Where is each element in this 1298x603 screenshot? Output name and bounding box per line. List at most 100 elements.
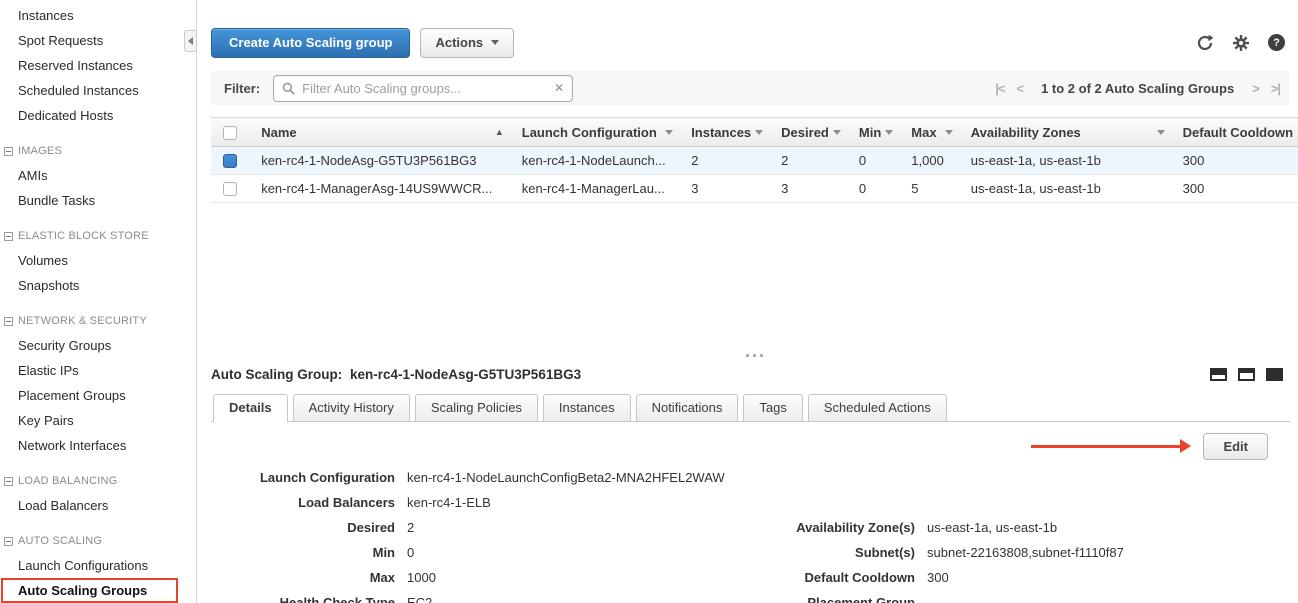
column-header-label: Launch Configuration <box>522 125 661 140</box>
settings-gear-icon[interactable] <box>1232 34 1250 52</box>
search-icon <box>282 82 295 95</box>
table-row-ken-rc4-1-managerasg-14us9wwcr[interactable]: ken-rc4-1-ManagerAsg-14US9WWCR...ken-rc4… <box>211 175 1298 203</box>
field-value-placement-group <box>927 590 1298 603</box>
prev-page-button[interactable]: < <box>1016 81 1023 96</box>
column-header-max[interactable]: Max <box>902 118 961 147</box>
tab-activity-history[interactable]: Activity History <box>293 394 410 421</box>
sidebar-item-volumes[interactable]: Volumes <box>0 248 196 273</box>
column-header-name[interactable]: Name▲ <box>252 118 513 147</box>
sidebar-item-auto-scaling-groups[interactable]: Auto Scaling Groups <box>1 578 178 603</box>
asg-table: Name▲ Launch Configuration InstancesDesire… <box>211 117 1298 203</box>
field-value-default-cooldown: 300 <box>927 565 1298 590</box>
sidebar-item-placement-groups[interactable]: Placement Groups <box>0 383 196 408</box>
refresh-icon[interactable] <box>1196 34 1214 52</box>
tab-scheduled-actions[interactable]: Scheduled Actions <box>808 394 947 421</box>
sidebar-item-security-groups[interactable]: Security Groups <box>0 333 196 358</box>
sidebar-collapse-button[interactable] <box>184 30 197 52</box>
filter-input[interactable] <box>302 81 548 96</box>
layout-split-pane-icon[interactable] <box>1238 368 1255 381</box>
field-label-subnet-s: Subnet(s) <box>747 540 927 565</box>
sidebar-item-instances[interactable]: Instances <box>0 3 196 28</box>
table-body: ken-rc4-1-NodeAsg-G5TU3P561BG3ken-rc4-1-… <box>211 147 1298 203</box>
collapse-section-icon[interactable] <box>4 477 13 486</box>
clear-filter-icon[interactable]: ✕ <box>548 81 564 95</box>
drag-dot <box>753 354 756 357</box>
tab-details[interactable]: Details <box>213 394 288 422</box>
cell-availability-zones: us-east-1a, us-east-1b <box>962 175 1174 203</box>
layout-full-pane-icon[interactable] <box>1266 368 1283 381</box>
column-filter-caret-icon[interactable] <box>755 130 763 135</box>
field-value-launch-configuration: ken-rc4-1-NodeLaunchConfigBeta2-MNA2HFEL… <box>407 465 747 490</box>
drag-dot <box>760 354 763 357</box>
sidebar-section-load-balancing[interactable]: LOAD BALANCING <box>0 469 196 493</box>
filter-label: Filter: <box>224 81 260 96</box>
select-all-header[interactable] <box>211 118 252 147</box>
collapse-section-icon[interactable] <box>4 147 13 156</box>
sidebar-item-reserved-instances[interactable]: Reserved Instances <box>0 53 196 78</box>
cell-instances: 3 <box>682 175 772 203</box>
column-filter-caret-icon[interactable] <box>945 130 953 135</box>
actions-button[interactable]: Actions <box>420 28 514 58</box>
tab-instances[interactable]: Instances <box>543 394 631 421</box>
tab-notifications[interactable]: Notifications <box>636 394 739 421</box>
create-auto-scaling-group-button[interactable]: Create Auto Scaling group <box>211 28 410 58</box>
sidebar-item-bundle-tasks[interactable]: Bundle Tasks <box>0 188 196 213</box>
pagination-text: 1 to 2 of 2 Auto Scaling Groups <box>1041 81 1234 96</box>
sidebar-item-launch-configurations[interactable]: Launch Configurations <box>0 553 196 578</box>
last-page-button[interactable]: >| <box>1271 81 1280 96</box>
cell-instances: 2 <box>682 147 772 175</box>
select-all-checkbox[interactable] <box>223 126 237 140</box>
sidebar-item-spot-requests[interactable]: Spot Requests <box>0 28 196 53</box>
sidebar-item-scheduled-instances[interactable]: Scheduled Instances <box>0 78 196 103</box>
field-label-placement-group: Placement Group <box>747 590 927 603</box>
sidebar-item-elastic-ips[interactable]: Elastic IPs <box>0 358 196 383</box>
field-label-default-cooldown: Default Cooldown <box>747 565 927 590</box>
panel-resize-handle[interactable] <box>211 349 1298 361</box>
column-header-min[interactable]: Min <box>850 118 902 147</box>
empty-space <box>211 203 1298 349</box>
row-select-cell[interactable] <box>211 175 252 203</box>
first-page-button[interactable]: |< <box>995 81 1004 96</box>
column-header-label: Max <box>911 125 940 140</box>
toolbar: Create Auto Scaling group Actions <box>211 0 1298 64</box>
edit-button[interactable]: Edit <box>1203 433 1268 460</box>
row-checkbox[interactable] <box>223 182 237 196</box>
chevron-left-icon <box>188 37 193 45</box>
sidebar-section-auto-scaling[interactable]: AUTO SCALING <box>0 529 196 553</box>
sidebar-section-images[interactable]: IMAGES <box>0 139 196 163</box>
sidebar-item-network-interfaces[interactable]: Network Interfaces <box>0 433 196 458</box>
column-filter-caret-icon[interactable] <box>885 130 893 135</box>
collapse-section-icon[interactable] <box>4 537 13 546</box>
layout-bottom-pane-icon[interactable] <box>1210 368 1227 381</box>
column-filter-caret-icon[interactable] <box>1157 130 1165 135</box>
filter-search-box[interactable]: ✕ <box>273 75 573 102</box>
table-row-ken-rc4-1-nodeasg-g5tu3p561bg3[interactable]: ken-rc4-1-NodeAsg-G5TU3P561BG3ken-rc4-1-… <box>211 147 1298 175</box>
column-filter-caret-icon[interactable] <box>833 130 841 135</box>
row-select-cell[interactable] <box>211 147 252 175</box>
cell-launch-configuration: ken-rc4-1-ManagerLau... <box>513 175 682 203</box>
sidebar-item-amis[interactable]: AMIs <box>0 163 196 188</box>
row-checkbox[interactable] <box>223 154 237 168</box>
column-header-default-cooldown[interactable]: Default Cooldown <box>1174 118 1298 147</box>
column-header-desired[interactable]: Desired <box>772 118 850 147</box>
sidebar-item-snapshots[interactable]: Snapshots <box>0 273 196 298</box>
sidebar-section-label: IMAGES <box>18 145 62 157</box>
collapse-section-icon[interactable] <box>4 317 13 326</box>
column-header-availability-zones[interactable]: Availability Zones <box>962 118 1174 147</box>
tab-tags[interactable]: Tags <box>743 394 802 421</box>
sidebar-item-dedicated-hosts[interactable]: Dedicated Hosts <box>0 103 196 128</box>
details-header: Auto Scaling Group: ken-rc4-1-NodeAsg-G5… <box>211 361 1298 388</box>
tab-scaling-policies[interactable]: Scaling Policies <box>415 394 538 421</box>
column-filter-caret-icon[interactable] <box>665 130 673 135</box>
sidebar-item-key-pairs[interactable]: Key Pairs <box>0 408 196 433</box>
column-header-launch-configuration[interactable]: Launch Configuration <box>513 118 682 147</box>
column-header-instances[interactable]: Instances <box>682 118 772 147</box>
sidebar-item-load-balancers[interactable]: Load Balancers <box>0 493 196 518</box>
sidebar-section-elastic-block-store[interactable]: ELASTIC BLOCK STORE <box>0 224 196 248</box>
sidebar-nav: InstancesSpot RequestsReserved Instances… <box>0 3 196 603</box>
collapse-section-icon[interactable] <box>4 232 13 241</box>
help-icon[interactable]: ? <box>1268 34 1285 51</box>
column-header-label: Default Cooldown <box>1183 125 1298 140</box>
sidebar-section-network-security[interactable]: NETWORK & SECURITY <box>0 309 196 333</box>
next-page-button[interactable]: > <box>1252 81 1259 96</box>
